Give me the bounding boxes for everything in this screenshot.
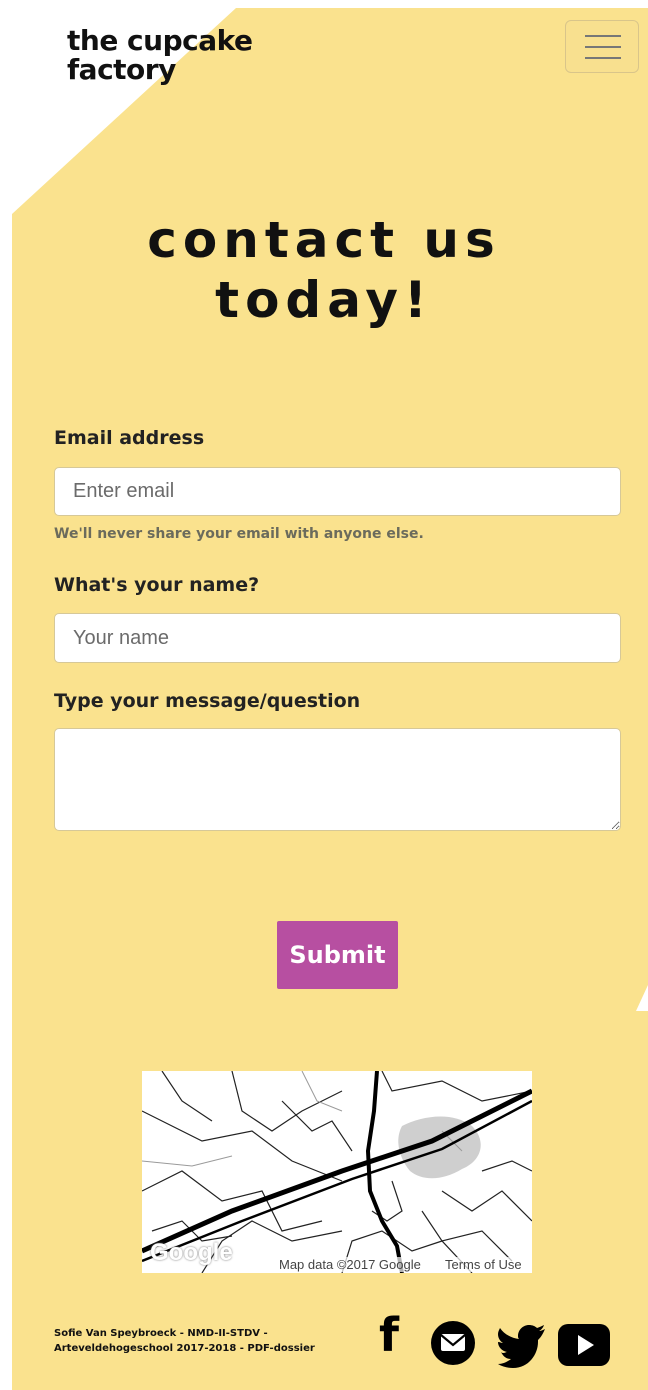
map-embed[interactable]: Google Map data ©2017 Google Terms of Us… [142,1071,532,1273]
name-input[interactable] [54,613,621,663]
map-terms-link[interactable]: Terms of Use [442,1257,525,1272]
footer-credit-line-1: Sofie Van Speybroeck - NMD-II-STDV - [54,1328,268,1339]
name-label: What's your name? [54,574,260,596]
site-logo[interactable]: the cupcake factory [67,24,253,86]
footer-credit-line-2: Arteveldehogeschool 2017-2018 - PDF-doss… [54,1343,315,1354]
hamburger-menu-button[interactable] [565,20,639,73]
youtube-icon[interactable] [558,1313,610,1377]
email-label: Email address [54,427,205,449]
page-title-line-2: today! [215,271,433,329]
google-logo: Google [150,1239,233,1266]
logo-line-2: factory [67,53,176,86]
logo-line-1: the cupcake [67,24,253,57]
email-icon[interactable] [430,1311,476,1375]
email-input[interactable] [54,467,621,516]
message-label: Type your message/question [54,690,361,712]
twitter-icon[interactable] [498,1313,546,1377]
submit-button[interactable]: Submit [277,921,398,989]
facebook-icon[interactable]: f [372,1308,406,1372]
footer-credits: Sofie Van Speybroeck - NMD-II-STDV - Art… [54,1326,315,1356]
map-attribution: Map data ©2017 Google [276,1257,424,1272]
page-title-line-1: contact us [147,211,501,269]
page-title: contact us today! [0,210,648,330]
message-textarea[interactable] [54,728,621,831]
email-help-text: We'll never share your email with anyone… [54,526,424,542]
